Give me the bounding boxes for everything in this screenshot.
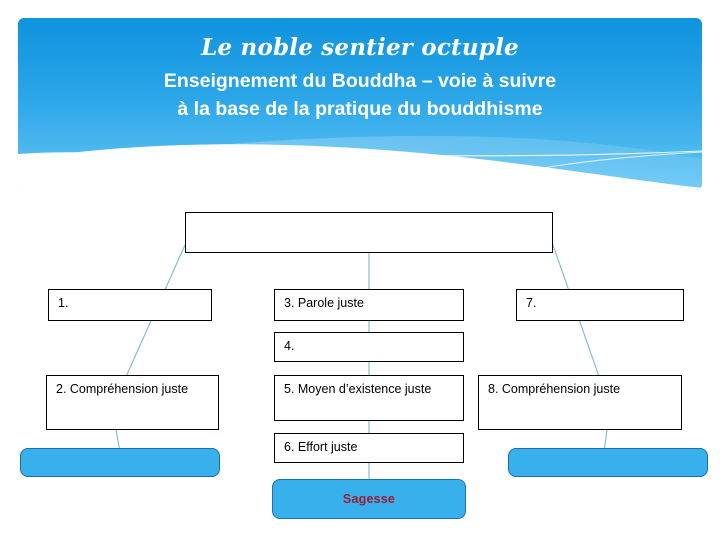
- page-subtitle-line-1: Enseignement du Bouddha – voie à suivre: [163, 70, 557, 93]
- pill-left[interactable]: [20, 448, 220, 477]
- page-subtitle: Enseignement du Bouddha – voie à suivre …: [18, 68, 702, 123]
- node-2-label: 2. Compréhension juste: [56, 382, 189, 396]
- node-root[interactable]: [185, 212, 553, 253]
- node-8-label: 8. Compréhension juste: [488, 382, 621, 396]
- node-2[interactable]: 2. Compréhension juste: [46, 375, 219, 430]
- node-4[interactable]: 4.: [274, 332, 464, 362]
- page-subtitle-line-2: à la base de la pratique du bouddhisme: [177, 97, 543, 120]
- node-3-label: 3. Parole juste: [284, 296, 364, 310]
- pill-center-label: Sagesse: [342, 492, 396, 506]
- node-6[interactable]: 6. Effort juste: [274, 433, 464, 463]
- node-4-label: 4.: [284, 339, 295, 353]
- node-5-label: 5. Moyen d’existence juste: [284, 382, 432, 396]
- pill-right[interactable]: [508, 448, 708, 477]
- node-1[interactable]: 1.: [48, 289, 212, 321]
- node-6-label: 6. Effort juste: [284, 440, 358, 454]
- node-8[interactable]: 8. Compréhension juste: [478, 375, 682, 430]
- node-5[interactable]: 5. Moyen d’existence juste: [274, 375, 464, 421]
- page-title: Le noble sentier octuple: [201, 34, 519, 61]
- node-7-label: 7.: [526, 296, 537, 310]
- node-3[interactable]: 3. Parole juste: [274, 289, 464, 321]
- pill-center-sagesse[interactable]: Sagesse: [272, 479, 466, 519]
- node-1-label: 1.: [58, 296, 69, 310]
- header-text-block: Le noble sentier octuple Enseignement du…: [18, 18, 702, 124]
- node-7[interactable]: 7.: [516, 289, 684, 321]
